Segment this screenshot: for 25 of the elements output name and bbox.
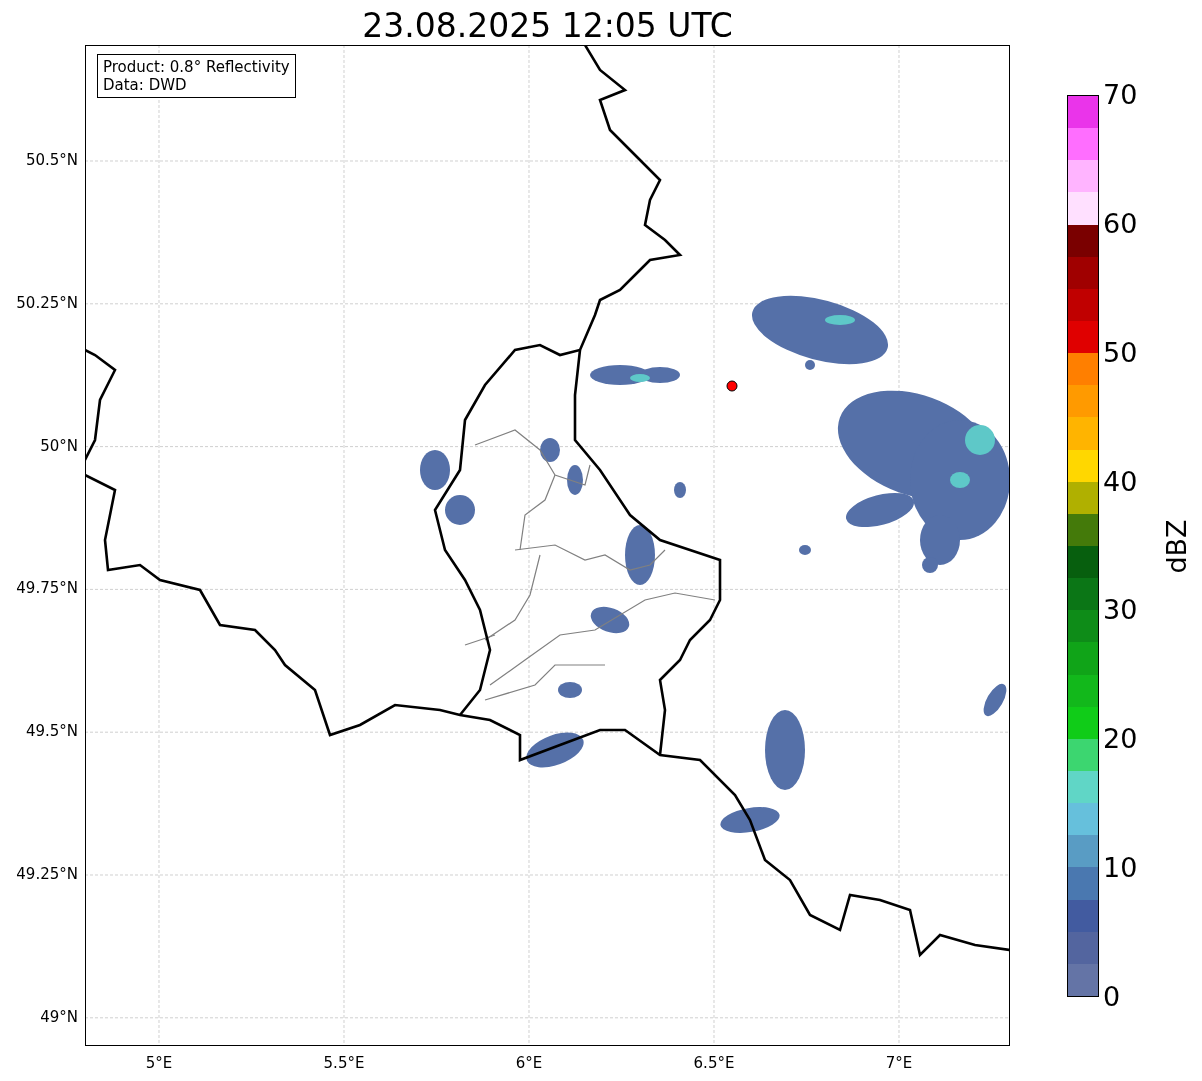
info-text: Product: 0.8° Reflectivity — [103, 58, 290, 76]
colorbar-tick-label: 60 — [1103, 207, 1138, 240]
longitude-tick-label: 5.5°E — [323, 1054, 365, 1072]
chart-title: 23.08.2025 12:05 UTC — [361, 5, 734, 45]
longitude-tick-label: 6°E — [515, 1054, 543, 1072]
latitude-tick-label: 49°N — [40, 1007, 78, 1026]
colorbar-tick-label: 40 — [1103, 465, 1138, 498]
longitude-tick-label: 5°E — [145, 1054, 173, 1072]
colorbar-tick-label: 10 — [1103, 852, 1138, 885]
colorbar-tick-label: 50 — [1103, 336, 1138, 369]
latitude-tick-label: 49.75°N — [16, 579, 78, 598]
radar-site-marker-icon — [726, 380, 738, 392]
colorbar-tick-label: 30 — [1103, 594, 1138, 627]
colorbar-label: dBZ — [1160, 518, 1192, 574]
latitude-tick-label: 50.5°N — [25, 151, 78, 169]
colorbar-tick-label: 0 — [1103, 981, 1121, 1013]
longitude-tick-label: 7°E — [885, 1054, 913, 1072]
latitude-tick-label: 49.25°N — [16, 865, 78, 883]
colorbar-tick-label: 70 — [1103, 79, 1138, 111]
latitude-tick-label: 50°N — [40, 436, 78, 455]
longitude-tick-label: 6.5°E — [693, 1054, 735, 1072]
latitude-tick-label: 50.25°N — [16, 293, 78, 312]
latitude-tick-label: 49.5°N — [25, 722, 78, 741]
info-text: Data: DWD — [103, 76, 188, 94]
colorbar-tick-label: 20 — [1103, 723, 1138, 756]
